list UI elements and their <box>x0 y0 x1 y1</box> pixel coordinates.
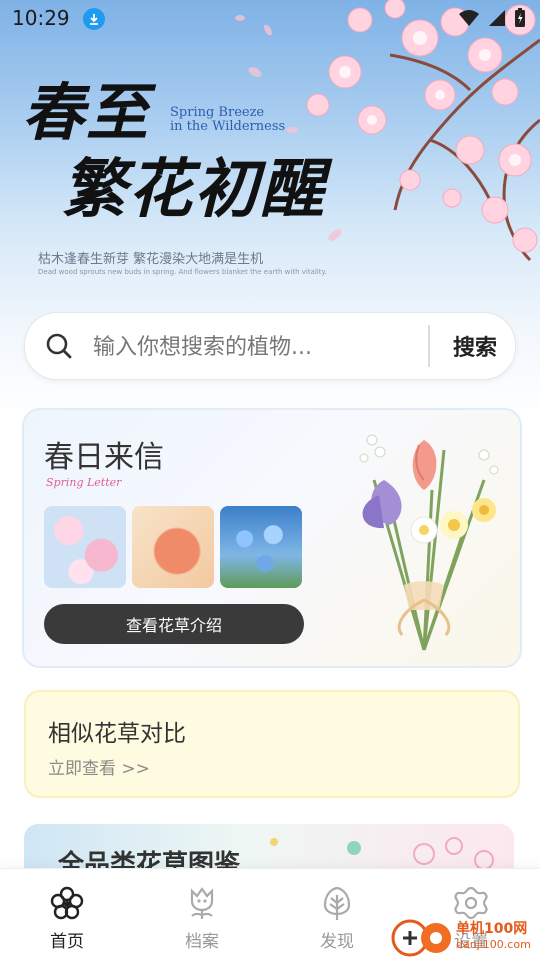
nav-item-discover[interactable]: 发现 <box>292 879 382 955</box>
nav-label-home: 首页 <box>50 932 84 952</box>
search-button[interactable]: 搜索 <box>437 323 513 369</box>
search-icon <box>46 333 72 359</box>
wifi-icon <box>459 10 479 26</box>
bouquet-illustration <box>359 434 499 651</box>
download-notification-icon <box>83 8 105 30</box>
site-watermark: 单机100网 danji100.com <box>390 916 540 960</box>
nav-item-archive[interactable]: 档案 <box>157 879 247 955</box>
hero-tagline: 枯木逢春生新芽 繁花漫染大地满是生机 <box>38 252 264 267</box>
similar-plants-compare-card[interactable]: 相似花草对比 立即查看 >> <box>24 690 520 798</box>
search-divider <box>428 325 430 367</box>
tulip-icon <box>190 887 214 919</box>
spring-letter-subtitle: Spring Letter <box>46 476 122 489</box>
flower-icon <box>50 886 84 920</box>
leaf-icon <box>323 886 351 920</box>
hero-title-english: Spring Breeze in the Wilderness <box>170 105 286 134</box>
status-bar: 10:29 <box>0 0 540 38</box>
cherry-blossom-thumbnail[interactable] <box>44 506 126 588</box>
system-icons <box>458 8 526 28</box>
nav-label-discover: 发现 <box>320 932 354 952</box>
hero-title-line2: 繁花初醒 <box>62 152 326 227</box>
search-bar: 搜索 <box>24 312 516 380</box>
hero-tagline-english: Dead wood sprouts new buds in spring. An… <box>38 268 327 276</box>
spring-letter-card[interactable]: 春日来信 Spring Letter 查看花草介绍 <box>22 408 522 668</box>
watermark-text: 单机100网 <box>456 921 528 937</box>
search-input[interactable] <box>91 325 385 369</box>
view-flower-intro-button[interactable]: 查看花草介绍 <box>44 604 304 644</box>
tulip-thumbnail[interactable] <box>132 506 214 588</box>
battery-icon <box>515 8 525 27</box>
spring-letter-title: 春日来信 <box>44 440 164 475</box>
signal-icon <box>489 10 505 26</box>
watermark-logo-icon <box>391 919 451 957</box>
blue-flowers-thumbnail[interactable] <box>220 506 302 588</box>
status-time: 10:29 <box>12 6 70 30</box>
nav-item-home[interactable]: 首页 <box>22 879 112 955</box>
compare-title: 相似花草对比 <box>48 721 186 747</box>
watermark-url: danji100.com <box>456 938 531 951</box>
compare-view-link[interactable]: 立即查看 >> <box>48 754 150 779</box>
nav-label-archive: 档案 <box>185 932 219 952</box>
